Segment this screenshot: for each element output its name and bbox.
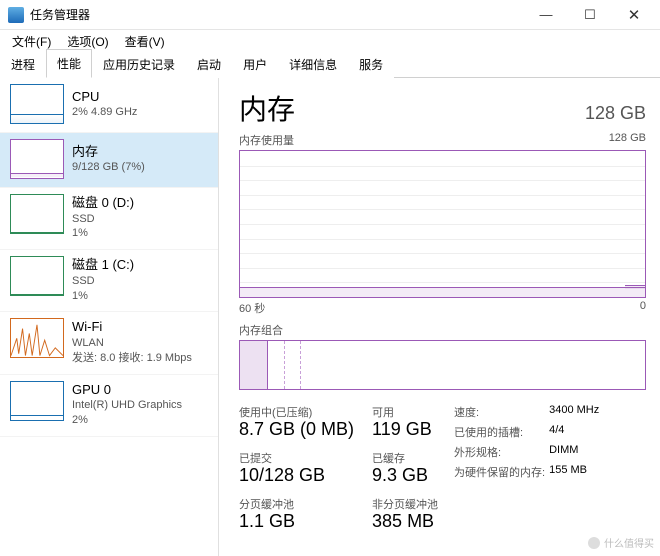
stats-area: 使用中(已压缩) 8.7 GB (0 MB) 可用 119 GB 已提交 10/… xyxy=(239,404,646,531)
main-area: CPU 2% 4.89 GHz 内存 9/128 GB (7%) 磁盘 0 (D… xyxy=(0,78,660,556)
stat-committed: 已提交 10/128 GB xyxy=(239,450,354,486)
detail-panel: 内存 128 GB 内存使用量 128 GB 60 秒 0 内存组合 xyxy=(218,78,660,556)
tabbar: 进程 性能 应用历史记录 启动 用户 详细信息 服务 xyxy=(0,52,660,78)
watermark-icon xyxy=(588,537,600,549)
disk-thumb-icon xyxy=(10,256,64,296)
cpu-thumb-icon xyxy=(10,84,64,124)
stat-paged: 分页缓冲池 1.1 GB xyxy=(239,496,354,532)
sidebar-sublabel: SSD xyxy=(72,212,134,227)
chart-x-axis: 60 秒 0 xyxy=(239,300,646,316)
sidebar-sublabel2: 1% xyxy=(72,289,134,304)
detail-heading: 内存 xyxy=(239,88,295,128)
sidebar-sublabel: 9/128 GB (7%) xyxy=(72,160,145,175)
app-icon xyxy=(8,7,24,23)
minimize-button[interactable]: — xyxy=(524,0,568,30)
window-controls: — ☐ ✕ xyxy=(524,0,656,30)
tab-services[interactable]: 服务 xyxy=(348,50,394,78)
sidebar-sublabel: WLAN xyxy=(72,336,192,351)
comp-free xyxy=(301,341,645,389)
speed-label: 速度: xyxy=(454,404,545,420)
wifi-thumb-icon xyxy=(10,318,64,358)
stat-available: 可用 119 GB xyxy=(372,404,438,440)
sidebar-item-gpu[interactable]: GPU 0 Intel(R) UHD Graphics 2% xyxy=(0,375,218,437)
menubar: 文件(F) 选项(O) 查看(V) xyxy=(0,30,660,52)
sidebar-sublabel: 2% 4.89 GHz xyxy=(72,105,137,120)
titlebar: 任务管理器 — ☐ ✕ xyxy=(0,0,660,30)
sidebar-label: GPU 0 xyxy=(72,381,182,399)
maximize-button[interactable]: ☐ xyxy=(568,0,612,30)
tab-users[interactable]: 用户 xyxy=(232,50,278,78)
hwres-label: 为硬件保留的内存: xyxy=(454,464,545,480)
comp-standby xyxy=(285,341,301,389)
slots-label: 已使用的插槽: xyxy=(454,424,545,440)
sidebar-sublabel2: 2% xyxy=(72,413,182,428)
hwres-value: 155 MB xyxy=(549,464,599,480)
tab-processes[interactable]: 进程 xyxy=(0,50,46,78)
sidebar: CPU 2% 4.89 GHz 内存 9/128 GB (7%) 磁盘 0 (D… xyxy=(0,78,218,556)
slots-value: 4/4 xyxy=(549,424,599,440)
watermark: 什么值得买 xyxy=(588,535,654,550)
sidebar-label: 磁盘 0 (D:) xyxy=(72,194,134,212)
sidebar-item-cpu[interactable]: CPU 2% 4.89 GHz xyxy=(0,78,218,133)
chart-max: 128 GB xyxy=(609,132,646,148)
tab-startup[interactable]: 启动 xyxy=(186,50,232,78)
comp-modified xyxy=(268,341,284,389)
speed-value: 3400 MHz xyxy=(549,404,599,420)
tab-performance[interactable]: 性能 xyxy=(46,49,92,78)
gpu-thumb-icon xyxy=(10,381,64,421)
memory-composition-chart[interactable] xyxy=(239,340,646,390)
tab-app-history[interactable]: 应用历史记录 xyxy=(92,50,186,78)
close-button[interactable]: ✕ xyxy=(612,0,656,30)
detail-capacity: 128 GB xyxy=(585,103,646,124)
stat-cached: 已缓存 9.3 GB xyxy=(372,450,438,486)
form-value: DIMM xyxy=(549,444,599,460)
sidebar-item-disk1[interactable]: 磁盘 1 (C:) SSD 1% xyxy=(0,250,218,312)
stats-left: 使用中(已压缩) 8.7 GB (0 MB) 可用 119 GB 已提交 10/… xyxy=(239,404,438,531)
sidebar-label: 内存 xyxy=(72,143,145,161)
disk-thumb-icon xyxy=(10,194,64,234)
chart-title: 内存使用量 xyxy=(239,132,294,148)
sidebar-sublabel2: 1% xyxy=(72,226,134,241)
detail-header: 内存 128 GB xyxy=(239,88,646,128)
memory-thumb-icon xyxy=(10,139,64,179)
axis-right: 0 xyxy=(640,300,646,316)
memory-usage-chart[interactable] xyxy=(239,150,646,298)
chart-top-label-row: 内存使用量 128 GB xyxy=(239,132,646,148)
stat-nonpaged: 非分页缓冲池 385 MB xyxy=(372,496,438,532)
window-title: 任务管理器 xyxy=(30,6,524,23)
sidebar-label: Wi-Fi xyxy=(72,318,192,336)
sidebar-sublabel2: 发送: 8.0 接收: 1.9 Mbps xyxy=(72,351,192,366)
sidebar-label: 磁盘 1 (C:) xyxy=(72,256,134,274)
sidebar-item-wifi[interactable]: Wi-Fi WLAN 发送: 8.0 接收: 1.9 Mbps xyxy=(0,312,218,374)
form-label: 外形规格: xyxy=(454,444,545,460)
menu-view[interactable]: 查看(V) xyxy=(117,31,173,52)
sidebar-item-disk0[interactable]: 磁盘 0 (D:) SSD 1% xyxy=(0,188,218,250)
axis-left: 60 秒 xyxy=(239,300,265,316)
sidebar-item-memory[interactable]: 内存 9/128 GB (7%) xyxy=(0,133,218,188)
sidebar-label: CPU xyxy=(72,88,137,106)
comp-in-use xyxy=(240,341,268,389)
sidebar-sublabel: Intel(R) UHD Graphics xyxy=(72,398,182,413)
stat-in-use: 使用中(已压缩) 8.7 GB (0 MB) xyxy=(239,404,354,440)
tab-details[interactable]: 详细信息 xyxy=(278,50,348,78)
composition-label: 内存组合 xyxy=(239,322,283,338)
stats-right: 速度: 3400 MHz 已使用的插槽: 4/4 外形规格: DIMM 为硬件保… xyxy=(454,404,599,531)
sidebar-sublabel: SSD xyxy=(72,274,134,289)
comp-label-row: 内存组合 xyxy=(239,322,646,338)
chart-fill xyxy=(240,287,645,297)
